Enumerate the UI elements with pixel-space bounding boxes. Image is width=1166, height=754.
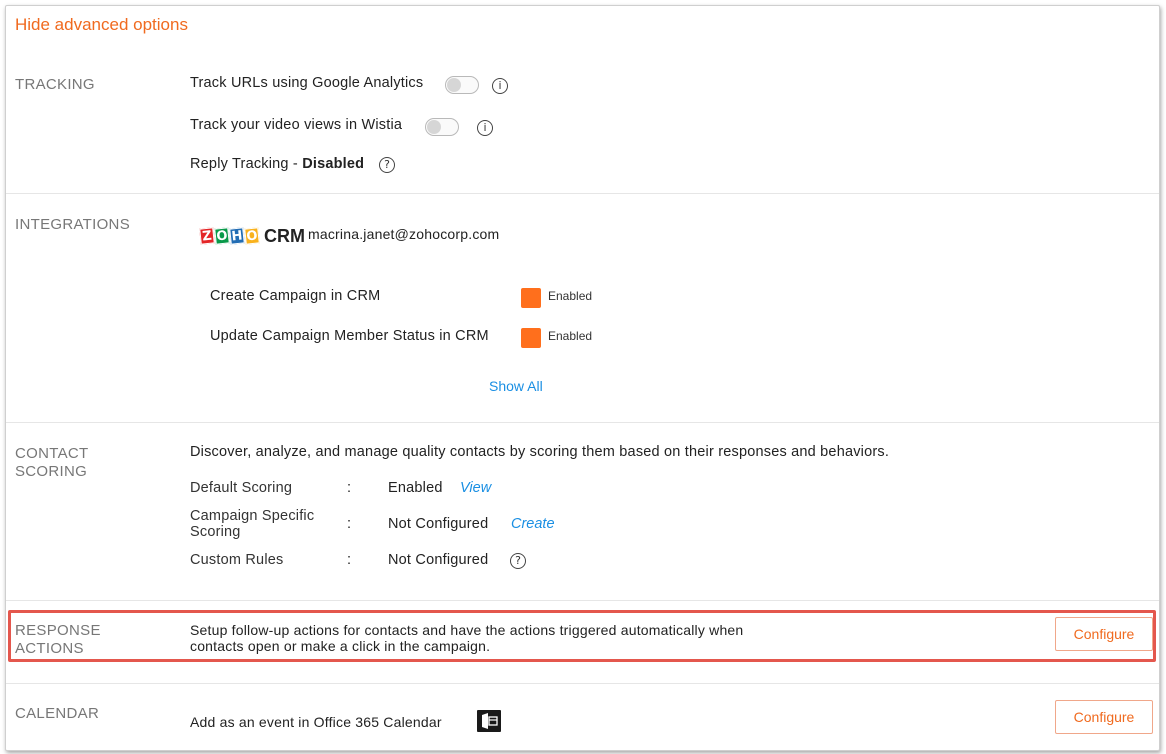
colon-separator: : [347, 480, 352, 496]
help-icon[interactable]: ? [379, 157, 395, 173]
custom-rules-value: Not Configured [388, 552, 489, 568]
contact-scoring-title-line1: CONTACT [15, 445, 89, 462]
info-icon[interactable]: i [477, 120, 493, 136]
zoho-tile-z: Z [199, 227, 215, 245]
show-all-link[interactable]: Show All [489, 378, 543, 394]
update-member-status-status: Enabled [548, 329, 593, 343]
response-actions-description: Setup follow-up actions for contacts and… [190, 622, 743, 654]
default-scoring-value: Enabled [388, 480, 443, 496]
campaign-specific-label-line1: Campaign Specific [190, 508, 315, 524]
response-actions-desc-line1: Setup follow-up actions for contacts and… [190, 622, 744, 638]
custom-rules-label: Custom Rules [190, 552, 284, 568]
default-scoring-label: Default Scoring [190, 480, 293, 496]
response-actions-title-line1: RESPONSE [15, 622, 101, 639]
hide-advanced-options-link[interactable]: Hide advanced options [15, 15, 188, 35]
section-divider [6, 193, 1159, 194]
crm-account-email: macrina.janet@zohocorp.com [308, 226, 500, 242]
integrations-section-title: INTEGRATIONS [15, 216, 130, 233]
colon-separator: : [347, 516, 352, 532]
update-member-status-label: Update Campaign Member Status in CRM [210, 328, 489, 344]
calendar-section-title: CALENDAR [15, 705, 100, 722]
zoho-tile-h: H [229, 227, 245, 245]
campaign-specific-scoring-label: Campaign Specific Scoring [190, 508, 314, 540]
section-divider [6, 422, 1159, 423]
section-divider [6, 683, 1159, 684]
tracking-section-title: TRACKING [15, 76, 95, 93]
enabled-status-box [521, 328, 541, 348]
configure-calendar-button[interactable]: Configure [1055, 700, 1153, 734]
create-campaign-label: Create Campaign in CRM [210, 288, 381, 304]
office365-calendar-label: Add as an event in Office 365 Calendar [190, 714, 442, 730]
view-default-scoring-link[interactable]: View [460, 480, 491, 496]
google-analytics-toggle[interactable] [445, 76, 479, 94]
response-actions-title-line2: ACTIONS [15, 640, 84, 657]
advanced-options-panel: Hide advanced options TRACKING Track URL… [5, 5, 1160, 751]
info-icon[interactable]: i [492, 78, 508, 94]
help-icon[interactable]: ? [510, 553, 526, 569]
zoho-tile-o2: O [244, 227, 260, 245]
create-campaign-scoring-link[interactable]: Create [511, 516, 555, 532]
reply-tracking-status: Disabled [302, 156, 365, 172]
create-campaign-status: Enabled [548, 289, 593, 303]
campaign-specific-label-line2: Scoring [190, 524, 241, 540]
contact-scoring-title-line2: SCORING [15, 463, 88, 480]
campaign-specific-scoring-value: Not Configured [388, 516, 489, 532]
zoho-tile-o: O [214, 227, 230, 245]
toggle-knob [447, 78, 461, 92]
toggle-knob [427, 120, 441, 134]
colon-separator: : [347, 552, 352, 568]
reply-tracking-label: Reply Tracking - [190, 156, 303, 172]
section-divider [6, 600, 1159, 601]
office365-calendar-glyph [482, 713, 498, 729]
contact-scoring-description: Discover, analyze, and manage quality co… [190, 444, 890, 460]
wistia-label: Track your video views in Wistia [190, 117, 403, 133]
contact-scoring-section-title: CONTACT SCORING [15, 445, 88, 481]
response-actions-desc-line2: contacts open or make a click in the cam… [190, 638, 491, 654]
wistia-toggle[interactable] [425, 118, 459, 136]
reply-tracking-text: Reply Tracking - Disabled [190, 156, 364, 172]
enabled-status-box [521, 288, 541, 308]
configure-response-actions-button[interactable]: Configure [1055, 617, 1153, 651]
zoho-crm-label: CRM [264, 226, 305, 246]
office365-calendar-icon [477, 710, 501, 732]
google-analytics-label: Track URLs using Google Analytics [190, 75, 424, 91]
response-actions-section-title: RESPONSE ACTIONS [15, 622, 101, 658]
